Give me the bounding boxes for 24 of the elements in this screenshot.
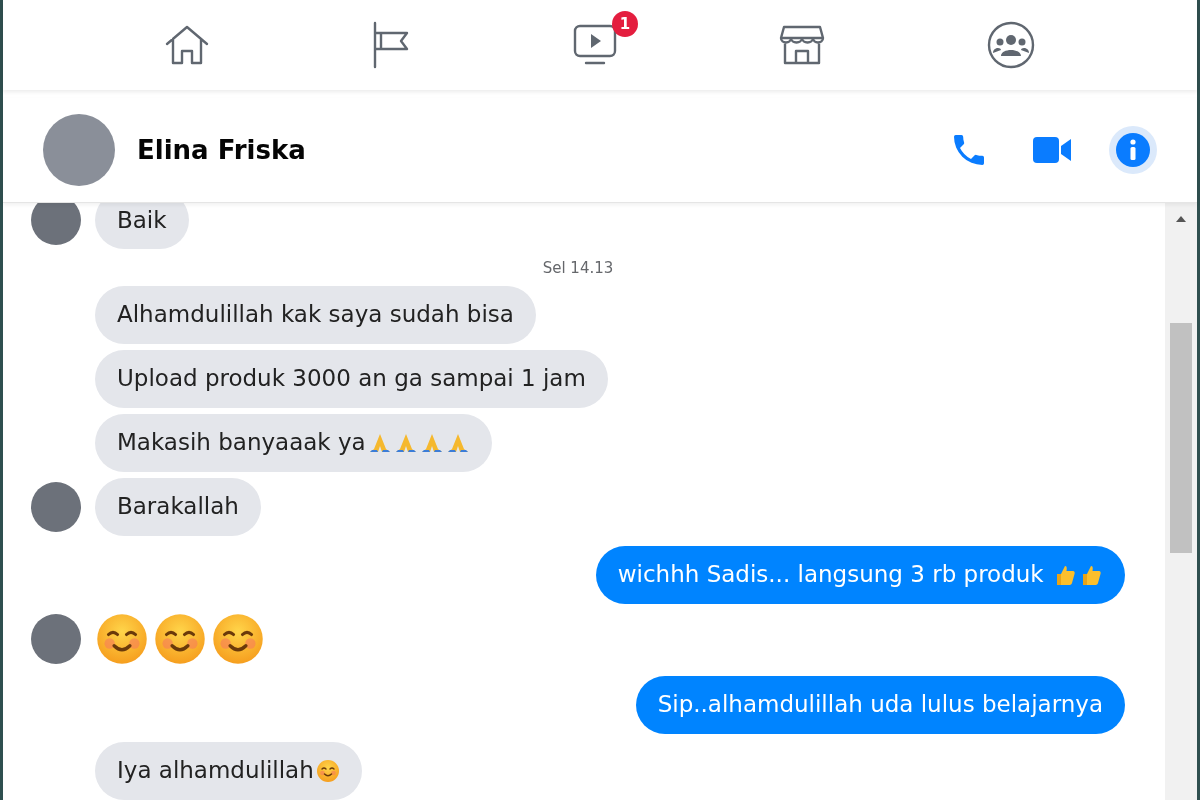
message-text: Barakallah [117, 492, 239, 522]
message-text: wichhh Sadis... langsung 3 rb produk [617, 560, 1045, 590]
info-button[interactable] [1109, 126, 1157, 174]
smiling-face-icon [153, 611, 207, 666]
video-play-icon [571, 23, 618, 67]
message-text: Sip..alhamdulillah uda lulus belajarnya [657, 690, 1103, 720]
scrollbar[interactable] [1165, 203, 1197, 800]
message-text: Alhamdulillah kak saya sudah bisa [117, 300, 514, 330]
smiling-face-icon [211, 611, 265, 666]
message-text: Makasih banyaaak ya [117, 428, 366, 458]
home-icon [163, 24, 210, 66]
groups-icon [986, 20, 1037, 70]
scrollbar-thumb[interactable] [1170, 323, 1192, 553]
message-text: Upload produk 3000 an ga sampai 1 jam [117, 364, 586, 394]
smiling-face-icon [315, 758, 340, 783]
contact-name[interactable]: Elina Friska [137, 130, 306, 170]
store-icon [779, 24, 826, 66]
message-text: Iya alhamdulillah [117, 756, 314, 786]
scroll-up-icon[interactable] [1175, 215, 1187, 223]
notification-badge: 1 [611, 11, 638, 37]
message-timestamp: Sel 14.13 [542, 259, 614, 277]
smiling-face-icon [95, 611, 149, 666]
message-text: Baik [117, 205, 167, 235]
info-icon [1115, 132, 1151, 168]
